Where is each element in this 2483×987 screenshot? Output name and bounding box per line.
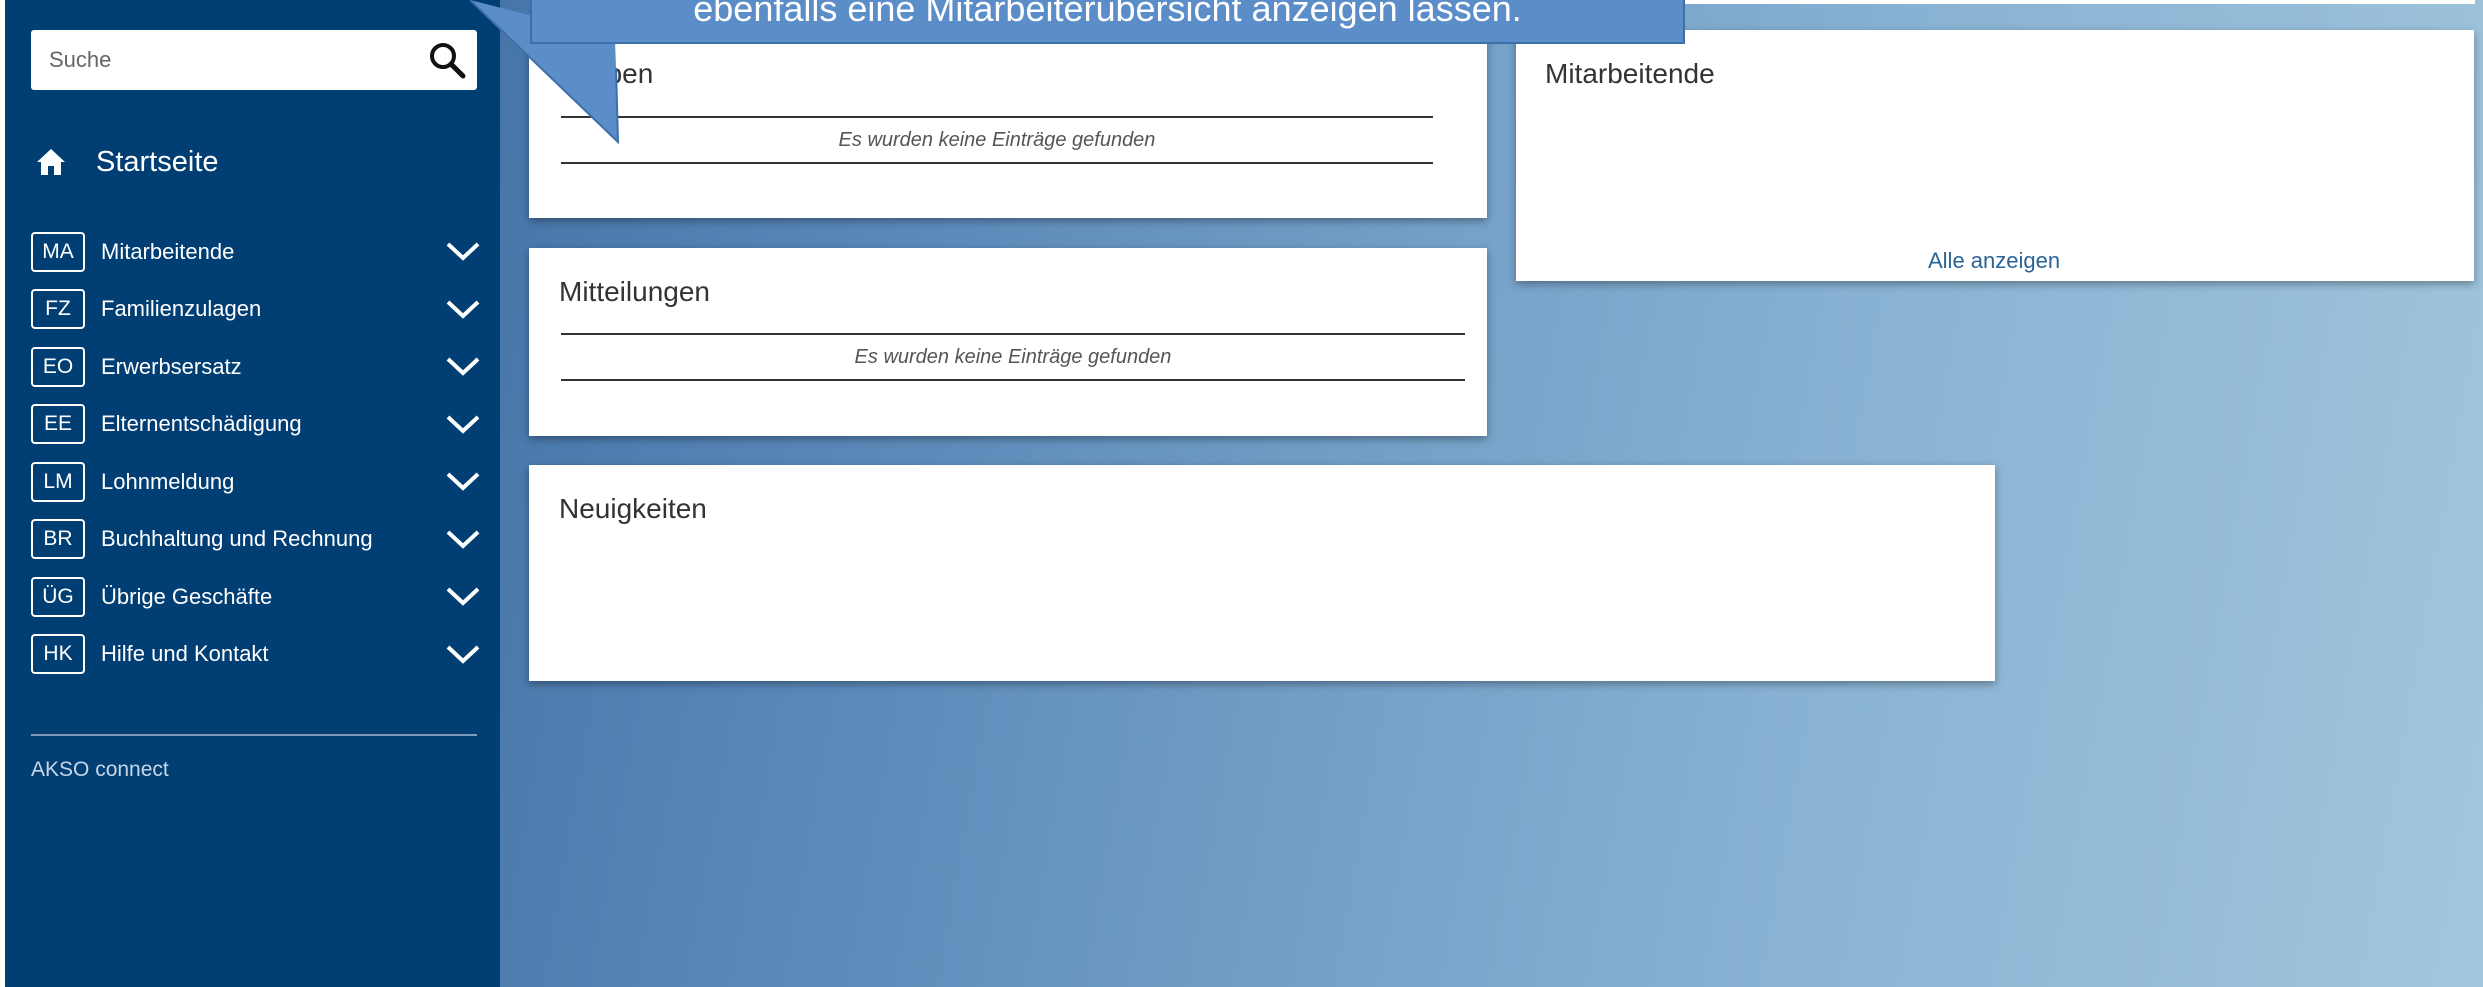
callout-text: ebenfalls eine Mitarbeiterübersicht anze… bbox=[693, 0, 1522, 29]
card-neuigkeiten: Neuigkeiten bbox=[529, 465, 1995, 681]
nav-label: Elternentschädigung bbox=[101, 411, 302, 437]
nav-badge: ÜG bbox=[31, 576, 85, 617]
nav-label: Übrige Geschäfte bbox=[101, 583, 273, 609]
top-edge-bar bbox=[1685, 0, 2475, 4]
nav-item-familienzulagen[interactable]: FZ Familienzulagen bbox=[31, 281, 481, 339]
nav-badge: HK bbox=[31, 634, 85, 675]
card-title: Mitteilungen bbox=[559, 276, 710, 307]
sidebar: Startseite MA Mitarbeitende FZ Familienz… bbox=[5, 0, 500, 987]
search-icon bbox=[430, 43, 466, 79]
card-aufgaben: aben Es wurden keine Einträge gefunden bbox=[529, 30, 1487, 218]
empty-state: Es wurden keine Einträge gefunden bbox=[561, 333, 1465, 381]
home-label: Startseite bbox=[96, 145, 219, 178]
nav-label: Erwerbsersatz bbox=[101, 353, 242, 379]
nav-item-erwerbsersatz[interactable]: EO Erwerbsersatz bbox=[31, 338, 481, 396]
nav-item-elternentschaedigung[interactable]: EE Elternentschädigung bbox=[31, 396, 481, 454]
nav-item-mitarbeitende[interactable]: MA Mitarbeitende bbox=[31, 223, 481, 281]
nav-badge: MA bbox=[31, 231, 85, 272]
chevron-down-icon[interactable] bbox=[445, 578, 481, 614]
empty-state: Es wurden keine Einträge gefunden bbox=[561, 116, 1433, 164]
nav-item-buchhaltung[interactable]: BR Buchhaltung und Rechnung bbox=[31, 511, 481, 569]
chevron-down-icon[interactable] bbox=[445, 348, 481, 384]
home-icon bbox=[31, 142, 71, 182]
nav-badge: EE bbox=[31, 404, 85, 445]
nav-item-uebrige-geschaefte[interactable]: ÜG Übrige Geschäfte bbox=[31, 568, 481, 626]
nav-list: MA Mitarbeitende FZ Familienzulagen EO E… bbox=[31, 223, 481, 683]
chevron-down-icon[interactable] bbox=[445, 521, 481, 557]
nav-badge: LM bbox=[31, 461, 85, 502]
brand-label: AKSO connect bbox=[31, 758, 169, 781]
nav-badge: BR bbox=[31, 519, 85, 560]
nav-item-lohnmeldung[interactable]: LM Lohnmeldung bbox=[31, 453, 481, 511]
nav-home[interactable]: Startseite bbox=[31, 140, 219, 184]
search-input[interactable] bbox=[49, 47, 417, 73]
chevron-down-icon[interactable] bbox=[445, 636, 481, 672]
nav-label: Mitarbeitende bbox=[101, 238, 235, 264]
sidebar-divider bbox=[31, 734, 477, 736]
card-title: Mitarbeitende bbox=[1545, 58, 1715, 89]
nav-item-hilfe[interactable]: HK Hilfe und Kontakt bbox=[31, 626, 481, 684]
nav-badge: FZ bbox=[31, 289, 85, 330]
nav-label: Familienzulagen bbox=[101, 296, 262, 322]
search-box bbox=[31, 30, 477, 90]
card-mitteilungen: Mitteilungen Es wurden keine Einträge ge… bbox=[529, 248, 1487, 436]
card-mitarbeitende: Mitarbeitende Alle anzeigen bbox=[1516, 30, 2474, 281]
chevron-down-icon[interactable] bbox=[445, 406, 481, 442]
chevron-down-icon[interactable] bbox=[445, 463, 481, 499]
search-button[interactable] bbox=[417, 30, 477, 90]
show-all-link[interactable]: Alle anzeigen bbox=[1928, 248, 2060, 274]
chevron-down-icon[interactable] bbox=[445, 291, 481, 327]
nav-label: Hilfe und Kontakt bbox=[101, 641, 269, 667]
card-title: Neuigkeiten bbox=[559, 493, 707, 524]
chevron-down-icon[interactable] bbox=[445, 233, 481, 269]
nav-label: Lohnmeldung bbox=[101, 468, 235, 494]
tutorial-callout: ebenfalls eine Mitarbeiterübersicht anze… bbox=[530, 0, 1685, 44]
nav-label: Buchhaltung und Rechnung bbox=[101, 526, 373, 552]
nav-badge: EO bbox=[31, 346, 85, 387]
